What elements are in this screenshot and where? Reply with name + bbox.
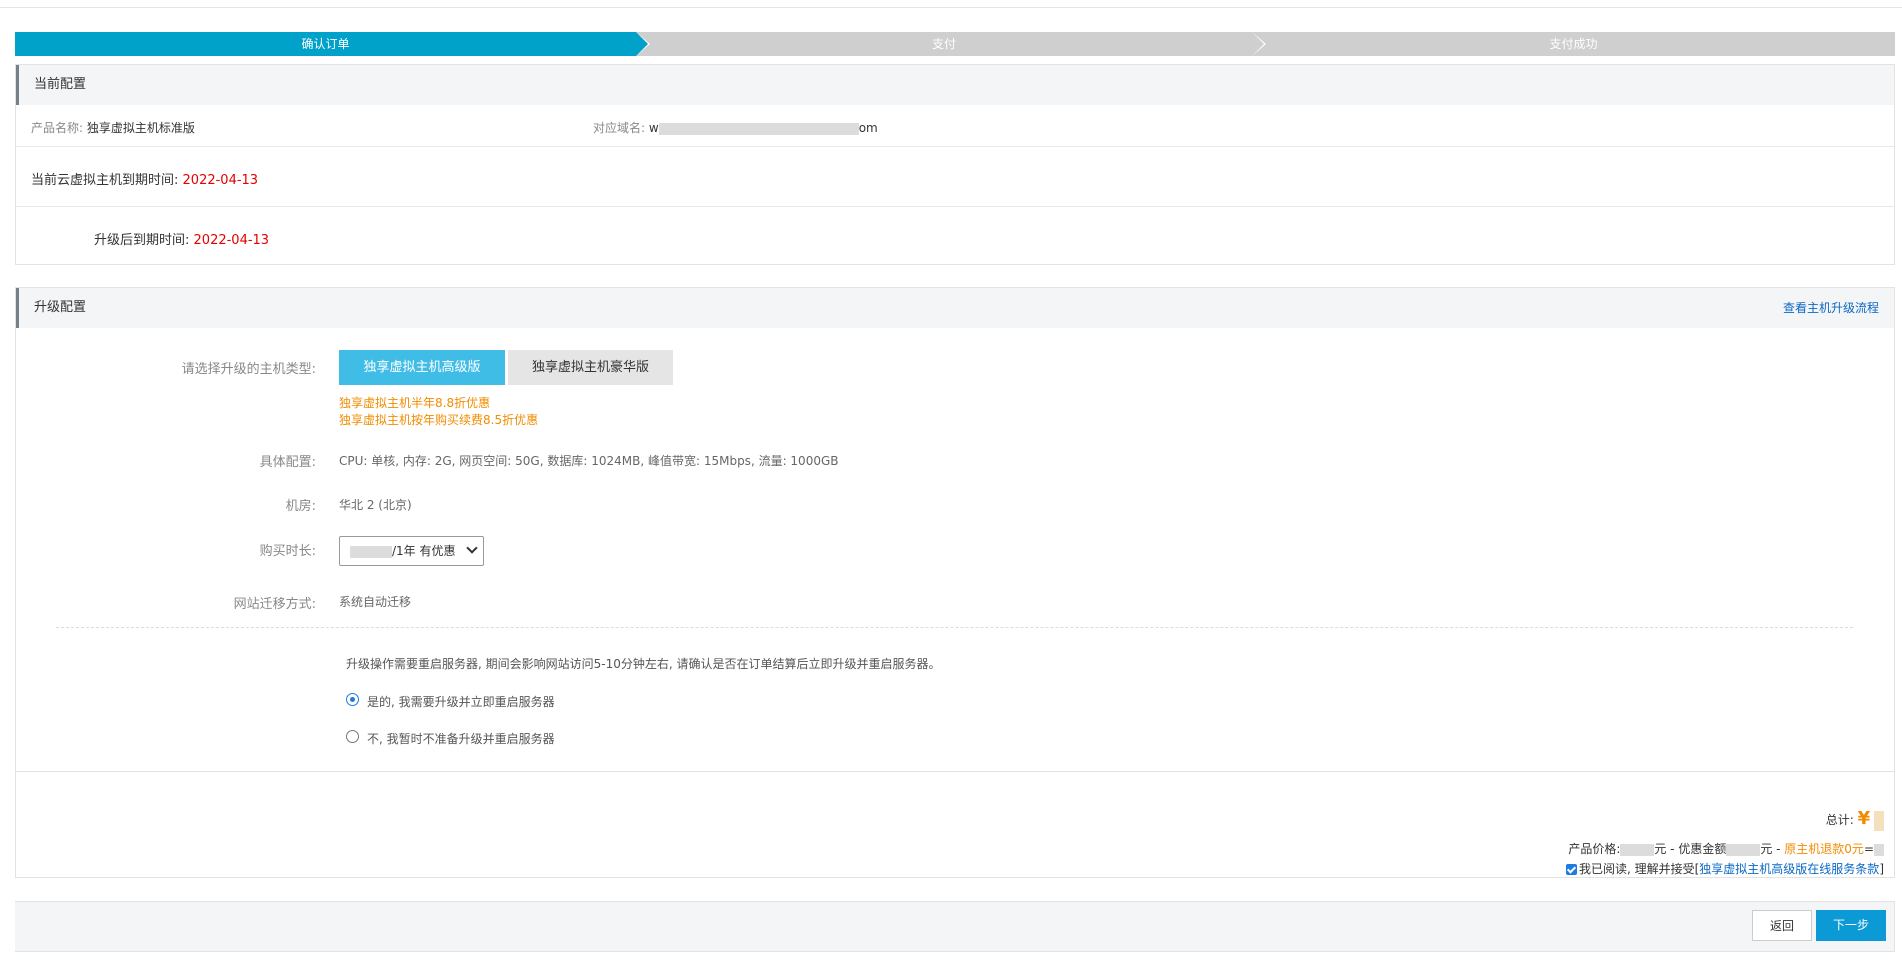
after-expire-label: 升级后到期时间: xyxy=(94,233,190,248)
current-config-title: 当前配置 xyxy=(16,65,1894,105)
current-expire-row: 当前云虚拟主机到期时间: 2022-04-13 xyxy=(16,147,1894,207)
order-steps: 确认订单 支付 支付成功 xyxy=(15,32,1895,56)
upgrade-config-title: 升级配置 查看主机升级流程 xyxy=(16,288,1894,328)
after-expire-value: 2022-04-13 xyxy=(193,233,270,248)
room-label: 机房: xyxy=(285,499,316,514)
total-line: 总计: ¥ xyxy=(1826,808,1884,831)
domain-prefix: w xyxy=(648,121,659,135)
host-type-luxury-button[interactable]: 独享虚拟主机豪华版 xyxy=(508,350,673,385)
duration-select[interactable]: /1年 有优惠 xyxy=(339,536,484,566)
redacted-total xyxy=(1874,810,1884,831)
price-breakdown: 产品价格: 元 - 优惠金额 元 - 原主机退款0元= xyxy=(1568,840,1884,857)
current-expire-value: 2022-04-13 xyxy=(182,173,259,188)
step-arrow-icon xyxy=(1252,32,1264,56)
spec-label: 具体配置: xyxy=(259,455,316,470)
step-payment-success: 支付成功 xyxy=(1252,32,1895,56)
host-type-label: 请选择升级的主机类型: xyxy=(181,362,316,377)
next-step-button[interactable]: 下一步 xyxy=(1816,910,1886,941)
current-expire-label: 当前云虚拟主机到期时间: xyxy=(31,173,179,188)
yen-icon: ¥ xyxy=(1857,808,1871,829)
domain-info: 对应域名: w om xyxy=(593,119,878,136)
migrate-label: 网站迁移方式: xyxy=(233,597,316,612)
step-payment: 支付 xyxy=(636,32,1252,56)
top-divider xyxy=(0,7,1902,8)
room-value: 华北 2 (北京) xyxy=(339,498,412,512)
agree-text: 我已阅读, 理解并接受[ xyxy=(1578,862,1700,876)
host-type-advanced-button[interactable]: 独享虚拟主机高级版 xyxy=(339,350,505,385)
step-confirm-order: 确认订单 xyxy=(15,32,636,56)
price-label: 产品价格: xyxy=(1568,842,1621,856)
product-name-value: 独享虚拟主机标准版 xyxy=(86,121,195,135)
spec-value: CPU: 单核, 内存: 2G, 网页空间: 50G, 数据库: 1024MB,… xyxy=(339,454,839,468)
agree-end: ] xyxy=(1879,862,1884,876)
restart-now-radio[interactable] xyxy=(346,693,359,706)
duration-label: 购买时长: xyxy=(259,544,316,559)
agreement-line: 我已阅读, 理解并接受[独享虚拟主机高级版在线服务条款] xyxy=(1565,860,1884,877)
price-unit: 元 - 优惠金额 xyxy=(1654,842,1727,856)
agree-checkbox[interactable] xyxy=(1565,864,1577,875)
service-terms-link[interactable]: 独享虚拟主机高级版在线服务条款 xyxy=(1699,862,1879,876)
total-label: 总计: xyxy=(1825,813,1854,827)
product-name-label: 产品名称: xyxy=(31,121,84,135)
back-button[interactable]: 返回 xyxy=(1752,910,1812,941)
restart-later-label[interactable]: 不, 我暂时不准备升级并重启服务器 xyxy=(367,730,555,747)
redacted-price xyxy=(350,545,392,558)
domain-suffix: om xyxy=(858,121,878,135)
after-expire: 升级后到期时间: 2022-04-13 xyxy=(94,229,269,248)
upgrade-config-title-text: 升级配置 xyxy=(34,300,87,315)
redacted-domain xyxy=(658,122,859,135)
discount-unit: 元 - xyxy=(1760,842,1785,856)
order-total-panel: 总计: ¥ 产品价格: 元 - 优惠金额 元 - 原主机退款0元= 我已阅读, 理解… xyxy=(15,772,1895,878)
restart-notice: 升级操作需要重启服务器, 期间会影响网站访问5-10分钟左右, 请确认是否在订单… xyxy=(346,657,941,671)
after-expire-row: 升级后到期时间: 2022-04-13 xyxy=(16,207,1894,267)
step-arrow-icon xyxy=(636,32,648,56)
current-expire: 当前云虚拟主机到期时间: 2022-04-13 xyxy=(31,169,258,188)
restart-later-radio[interactable] xyxy=(346,730,359,743)
view-upgrade-flow-link[interactable]: 查看主机升级流程 xyxy=(1783,288,1879,328)
duration-select-value: /1年 有优惠 xyxy=(392,544,456,558)
upgrade-config-panel: 升级配置 查看主机升级流程 请选择升级的主机类型: 独享虚拟主机高级版 独享虚拟… xyxy=(15,287,1895,772)
promo-yearly: 独享虚拟主机按年购买续费8.5折优惠 xyxy=(339,413,539,427)
promo-half-year: 独享虚拟主机半年8.8折优惠 xyxy=(339,396,491,410)
refund-text: 原主机退款0元 xyxy=(1784,842,1864,856)
redacted-discount xyxy=(1726,843,1761,856)
equals-sign: = xyxy=(1863,842,1874,856)
restart-now-label[interactable]: 是的, 我需要升级并立即重启服务器 xyxy=(367,693,555,710)
product-info-row: 产品名称: 独享虚拟主机标准版 对应域名: w om xyxy=(16,105,1894,147)
footer-bar: 返回 下一步 xyxy=(15,901,1895,952)
current-config-panel: 当前配置 产品名称: 独享虚拟主机标准版 对应域名: w om 当前云虚拟主机到期… xyxy=(15,64,1895,265)
redacted-price xyxy=(1620,843,1655,856)
chevron-down-icon xyxy=(466,542,478,554)
redacted-final xyxy=(1874,843,1884,856)
migrate-value: 系统自动迁移 xyxy=(339,595,412,609)
product-name: 产品名称: 独享虚拟主机标准版 xyxy=(31,119,195,136)
domain-label: 对应域名: xyxy=(593,121,646,135)
section-divider xyxy=(56,627,1853,628)
